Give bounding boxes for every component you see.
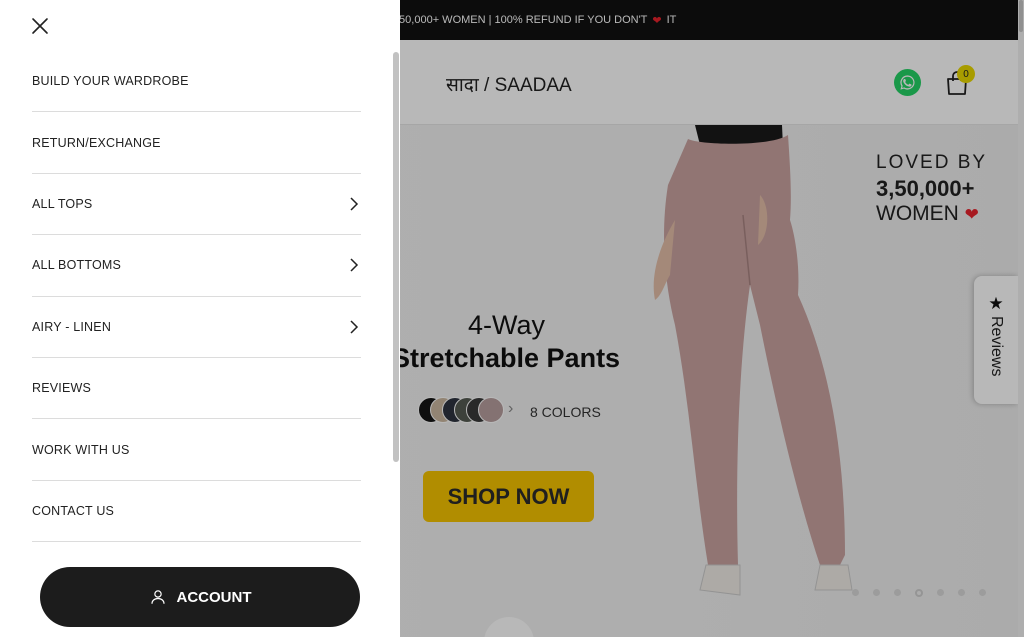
menu-item-label: AIRY - LINEN (32, 319, 112, 334)
menu-item[interactable]: BUILD YOUR WARDROBE (32, 51, 361, 113)
drawer-scrollbar[interactable] (393, 52, 399, 462)
menu-item[interactable]: CONTACT US (32, 481, 361, 543)
menu-item[interactable]: ALL BOTTOMS (32, 235, 361, 297)
menu-item-label: ALL TOPS (32, 196, 93, 211)
chevron-right-icon (350, 197, 359, 211)
close-icon[interactable] (30, 16, 50, 36)
menu-item-label: WORK WITH US (32, 442, 130, 457)
menu-item[interactable]: RETURN/EXCHANGE (32, 112, 361, 174)
menu-item-label: ALL BOTTOMS (32, 258, 122, 273)
account-button[interactable]: ACCOUNT (40, 567, 360, 627)
menu-item[interactable]: WORK WITH US (32, 419, 361, 481)
menu-item-label: CONTACT US (32, 503, 115, 518)
account-label: ACCOUNT (176, 588, 252, 606)
menu-list: BUILD YOUR WARDROBE RETURN/EXCHANGE ALL TO… (32, 51, 361, 543)
menu-drawer: BUILD YOUR WARDROBE RETURN/EXCHANGE ALL TO… (0, 0, 400, 637)
menu-item[interactable]: ALL TOPS (32, 174, 361, 236)
chevron-right-icon (350, 258, 359, 272)
menu-item-label: REVIEWS (32, 381, 92, 396)
user-icon (150, 590, 165, 604)
menu-item-label: RETURN/EXCHANGE (32, 135, 161, 150)
menu-item-label: BUILD YOUR WARDROBE (32, 74, 189, 89)
chevron-right-icon (350, 320, 359, 334)
menu-item[interactable]: AIRY - LINEN (32, 297, 361, 358)
menu-item[interactable]: REVIEWS (32, 358, 361, 420)
